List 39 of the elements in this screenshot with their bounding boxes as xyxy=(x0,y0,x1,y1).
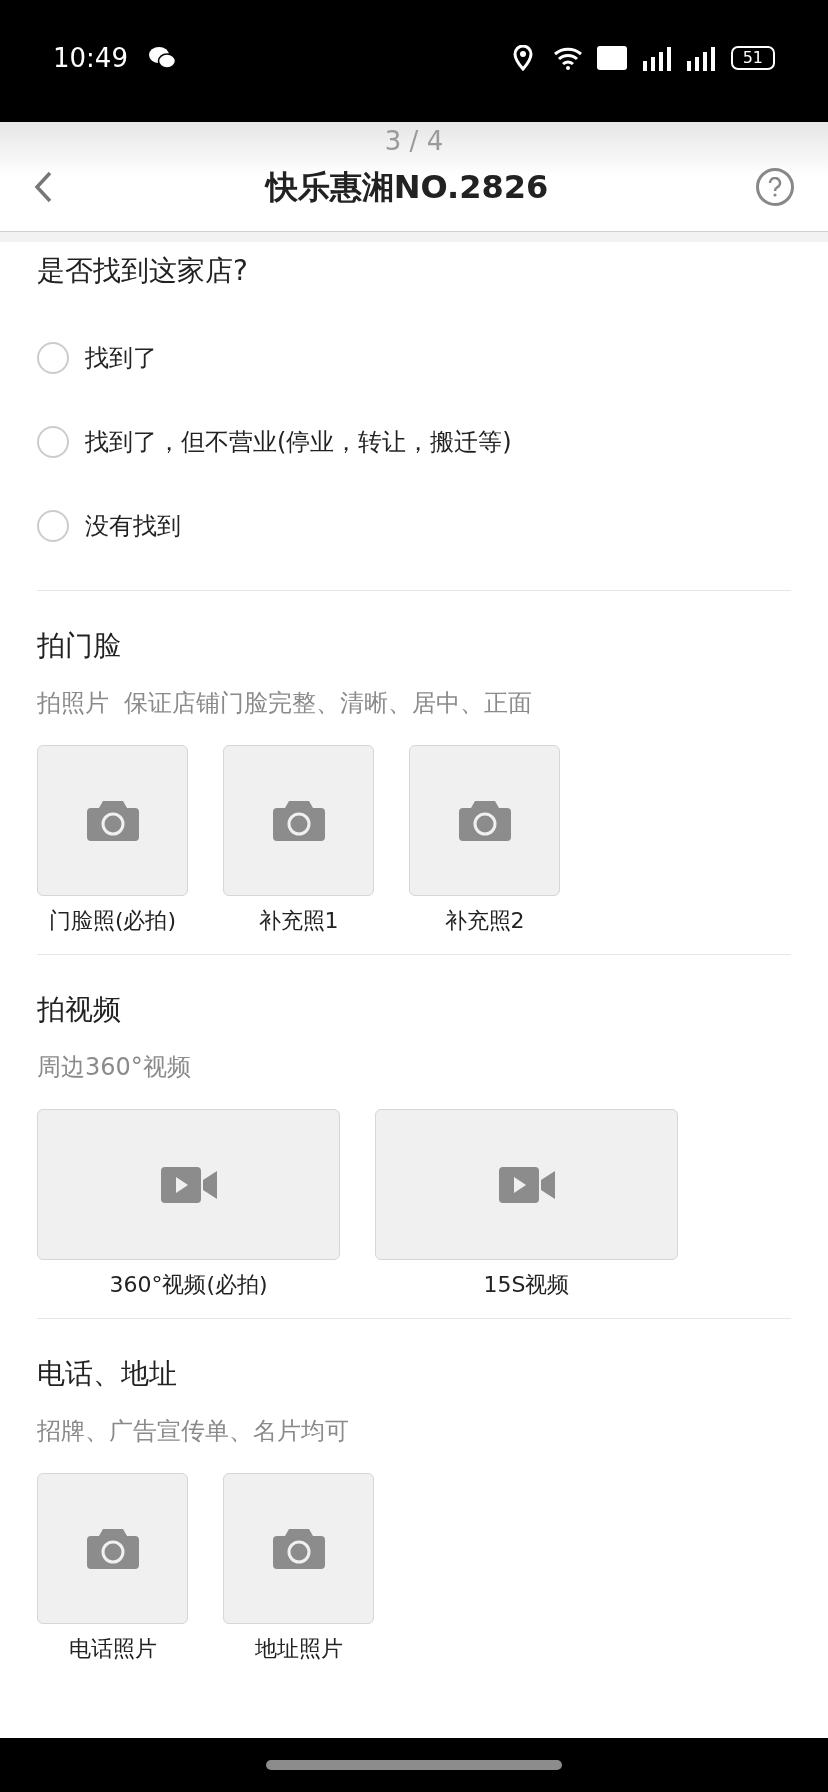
video-upload-tile[interactable] xyxy=(375,1109,678,1260)
tile-label: 地址照片 xyxy=(254,1638,343,1660)
photo-upload-tile[interactable] xyxy=(37,1473,188,1624)
video-camera-icon xyxy=(159,1165,218,1204)
video-upload-tile[interactable] xyxy=(37,1109,340,1260)
radio-option[interactable]: 找到了，但不营业(停业，转让，搬迁等) xyxy=(37,400,791,484)
tile-label: 门脸照(必拍) xyxy=(48,910,177,932)
section-title: 拍视频 xyxy=(37,992,122,1028)
camera-icon xyxy=(84,798,141,843)
page-indicator: 3 / 4 xyxy=(383,125,445,158)
video-camera-icon xyxy=(497,1165,556,1204)
location-icon xyxy=(512,45,533,71)
camera-icon xyxy=(456,798,513,843)
section-hint: 拍照片 保证店铺门脸完整、清晰、居中、正面 xyxy=(37,688,534,719)
tile-label: 15S视频 xyxy=(483,1274,570,1296)
photo-upload-tile[interactable] xyxy=(37,745,188,896)
chat-icon xyxy=(147,46,176,70)
radio-option[interactable]: 没有找到 xyxy=(37,484,791,568)
section-title: 电话、地址 xyxy=(37,1356,178,1392)
photo-upload-tile[interactable] xyxy=(223,1473,374,1624)
camera-icon xyxy=(84,1526,141,1571)
tile-label: 360°视频(必拍) xyxy=(109,1274,268,1296)
battery-indicator: 51 xyxy=(730,46,775,70)
tile-label: 电话照片 xyxy=(68,1638,157,1660)
help-button[interactable] xyxy=(756,167,794,206)
camera-icon xyxy=(270,798,327,843)
tile-label: 补充照2 xyxy=(444,910,525,932)
camera-icon xyxy=(270,1526,327,1571)
section-title: 拍门脸 xyxy=(37,628,122,664)
photo-upload-tile[interactable] xyxy=(223,745,374,896)
tile-label: 补充照1 xyxy=(258,910,339,932)
photo-upload-tile[interactable] xyxy=(409,745,560,896)
section-hint: 周边360°视频 xyxy=(37,1052,192,1083)
status-time: 10:49 xyxy=(53,41,128,75)
question-title: 是否找到这家店? xyxy=(37,253,249,289)
radio-option[interactable]: 找到了 xyxy=(37,316,791,400)
section-hint: 招牌、广告宣传单、名片均可 xyxy=(37,1416,350,1447)
question-mark-icon xyxy=(768,176,782,197)
page-title: 快乐惠湘NO.2826 xyxy=(263,166,550,208)
